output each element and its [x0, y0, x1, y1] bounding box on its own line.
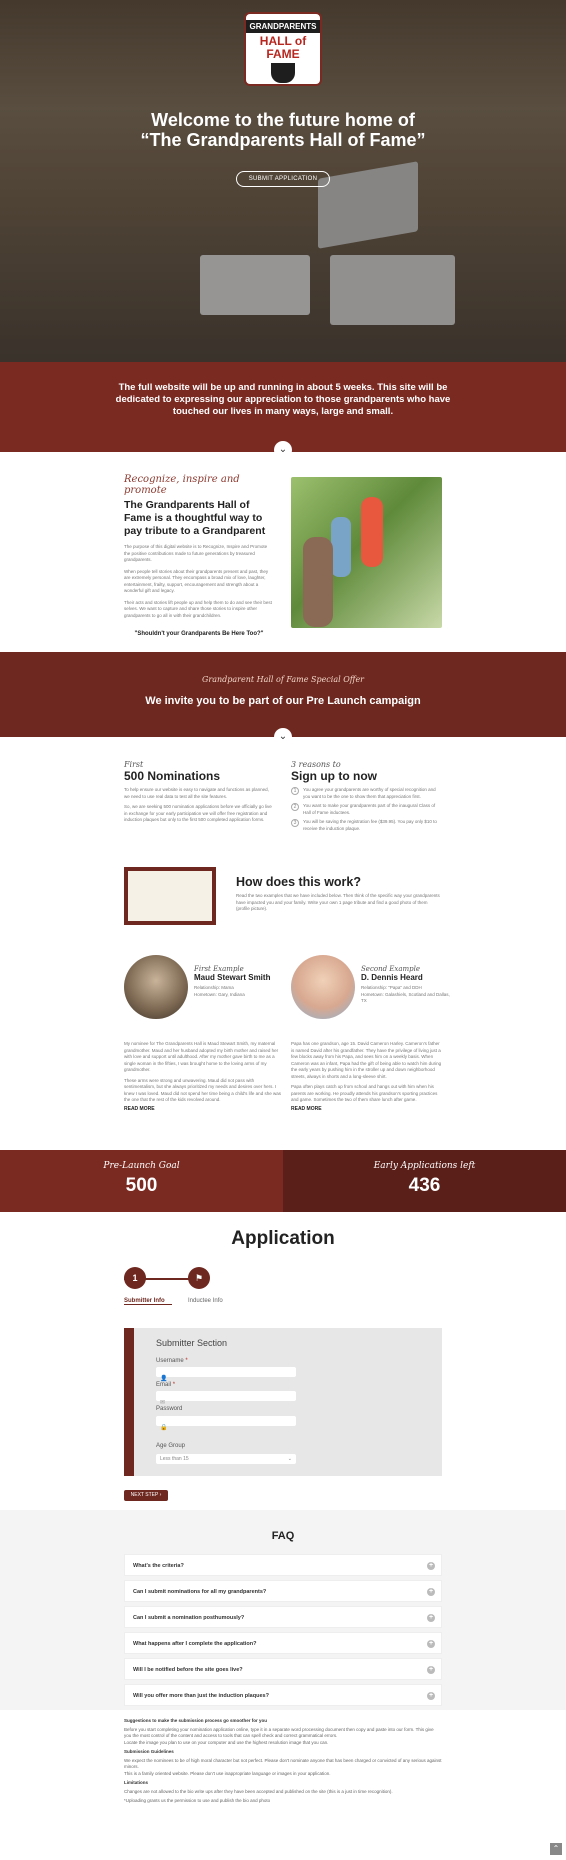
faq-item[interactable]: Will you offer more than just the induct…: [124, 1684, 442, 1706]
about-paragraph: Their acts and stories lift people up an…: [124, 599, 272, 618]
about-kicker: Recognize, inspire and promote: [124, 474, 240, 496]
hero-banner: GRANDPARENTS HALL of FAME Welcome to the…: [0, 0, 566, 362]
step-label-inductee[interactable]: Inductee Info: [188, 1298, 223, 1304]
example-paragraph: Papa often plays catch up from school an…: [291, 1084, 438, 1102]
notes-item: Locate the image you plan to use on your…: [124, 1739, 329, 1745]
special-offer-band: Grandparent Hall of Fame Special Offer W…: [0, 652, 566, 737]
stat-prelaunch-goal: Pre-Launch Goal 500: [0, 1150, 283, 1212]
nominations-paragraph: To help ensure our website is easy to na…: [124, 787, 269, 799]
examples-section: First Example Maud Stewart Smith Relatio…: [0, 950, 566, 1150]
email-input[interactable]: ✉: [156, 1391, 296, 1406]
step-label-submitter[interactable]: Submitter Info: [124, 1298, 172, 1305]
offer-kicker: Grandparent Hall of Fame Special Offer: [201, 675, 364, 684]
hero-title: Welcome to the future home of “The Grand…: [140, 110, 426, 150]
submitter-form: Submitter Section Username * 👤 Email * ✉…: [124, 1328, 442, 1476]
nominations-section: First 500 Nominations To help ensure our…: [0, 755, 566, 865]
logo-text: HALL of FAME: [259, 34, 307, 61]
password-label: Password: [156, 1406, 183, 1412]
plus-icon: +: [427, 1666, 435, 1674]
announcement-text: The full website will be up and running …: [115, 382, 451, 417]
reasons-heading: Sign up to now: [291, 769, 377, 783]
certificate-image: [124, 867, 216, 925]
reason-item: 3 You will be saving the registration fee…: [291, 819, 442, 832]
notes-item: We expect the nominees to be of high mor…: [124, 1757, 442, 1770]
read-more-link[interactable]: READ MORE: [124, 1106, 284, 1112]
site-logo[interactable]: GRANDPARENTS HALL of FAME: [244, 12, 322, 86]
logo-text: GRANDPARENTS: [246, 20, 320, 33]
how-text: Read the two examples that we have inclu…: [236, 893, 440, 911]
email-label: Email *: [156, 1382, 176, 1388]
how-it-works-section: How does this work? Read the two example…: [0, 865, 566, 950]
announcement-band: The full website will be up and running …: [0, 362, 566, 452]
example-hometown: Hometown: Galashiels, Scotland and Dalla…: [361, 991, 450, 1004]
chevron-down-icon[interactable]: ⌄: [274, 728, 292, 746]
stat-applications-left: Early Applications left 436: [283, 1150, 566, 1212]
submit-application-button[interactable]: SUBMIT APPLICATION: [236, 171, 330, 187]
notes-item: This is a family oriented website. Pleas…: [124, 1770, 331, 1776]
example-paragraph: These arms were strong and unwavering. M…: [124, 1077, 281, 1103]
faq-section: FAQ What's the criteria? + Can I submit n…: [0, 1510, 566, 1710]
reason-item: 2 You want to make your grandparents part…: [291, 803, 442, 816]
trophy-icon: [271, 63, 295, 83]
age-group-select[interactable]: Less than 15 ⌄: [156, 1454, 296, 1464]
plus-icon: +: [427, 1614, 435, 1622]
nominations-paragraph: So, we are seeking 500 nomination applic…: [124, 804, 272, 822]
about-paragraph: When people tell stories about their gra…: [124, 568, 269, 594]
about-heading: The Grandparents Hall of Fame is a thoug…: [124, 499, 266, 537]
nominations-kicker: First: [124, 760, 144, 769]
faq-item[interactable]: Can I submit a nomination posthumously? +: [124, 1606, 442, 1628]
form-section-title: Submitter Section: [156, 1338, 228, 1348]
age-group-label: Age Group: [156, 1443, 186, 1449]
submission-notes: Suggestions to make the submission proce…: [124, 1718, 442, 1805]
about-quote: "Shouldn't your Grandparents Be Here Too…: [134, 631, 264, 637]
application-heading: Application: [231, 1228, 335, 1249]
faq-heading: FAQ: [271, 1530, 295, 1542]
family-photo: [291, 477, 442, 628]
faq-item[interactable]: Will I be notified before the site goes …: [124, 1658, 442, 1680]
example-kicker: First Example: [194, 965, 244, 973]
example-name: D. Dennis Heard: [361, 973, 423, 982]
plus-icon: +: [427, 1692, 435, 1700]
plus-icon: +: [427, 1588, 435, 1596]
faq-item[interactable]: What happens after I complete the applic…: [124, 1632, 442, 1654]
notes-item: Changes are not allowed to the bio write…: [124, 1788, 393, 1794]
example-name: Maud Stewart Smith: [194, 973, 271, 982]
about-paragraph: The purpose of this digital website is t…: [124, 544, 268, 562]
back-to-top-icon[interactable]: ⌃: [550, 1843, 562, 1855]
username-input[interactable]: 👤: [156, 1367, 296, 1382]
plus-icon: +: [427, 1640, 435, 1648]
how-heading: How does this work?: [236, 875, 362, 889]
notes-item: Before you start completing your nominat…: [124, 1726, 434, 1739]
next-step-button[interactable]: NEXT STEP ›: [124, 1490, 168, 1501]
example-paragraph: Papa has one grandson, age 15. David Cam…: [291, 1041, 442, 1079]
chevron-down-icon: ⌄: [287, 1456, 292, 1462]
password-input[interactable]: 🔒: [156, 1416, 296, 1431]
avatar: [291, 955, 355, 1019]
faq-item[interactable]: What's the criteria? +: [124, 1554, 442, 1576]
avatar: [124, 955, 188, 1019]
plus-icon: +: [427, 1562, 435, 1570]
reason-item: 1 You agree your grandparents are worthy …: [291, 787, 442, 800]
notes-title: Suggestions to make the submission proce…: [124, 1718, 268, 1723]
example-paragraph: My nominee for The Grandparents Hall is …: [124, 1041, 279, 1072]
username-label: Username *: [156, 1358, 188, 1364]
nominations-heading: 500 Nominations: [124, 769, 221, 783]
read-more-link[interactable]: READ MORE: [291, 1106, 442, 1112]
step-1[interactable]: 1: [124, 1267, 146, 1289]
notes-item: *Uploading grants us the permission to u…: [124, 1798, 271, 1803]
reasons-kicker: 3 reasons to: [291, 760, 341, 769]
offer-title: We invite you to be part of our Pre Laun…: [145, 695, 421, 707]
example-hometown: Hometown: Gary, Indiana: [194, 991, 245, 997]
stats-band: Pre-Launch Goal 500 Early Applications l…: [0, 1150, 566, 1212]
flag-icon[interactable]: ⚑: [188, 1267, 210, 1289]
faq-item[interactable]: Can I submit nominations for all my gran…: [124, 1580, 442, 1602]
notes-title: Limitations: [124, 1780, 149, 1785]
example-kicker: Second Example: [361, 965, 421, 973]
about-section: Recognize, inspire and promote The Grand…: [0, 452, 566, 652]
notes-title: Submission Guidelines: [124, 1749, 174, 1754]
lock-icon: 🔒: [160, 1425, 168, 1431]
